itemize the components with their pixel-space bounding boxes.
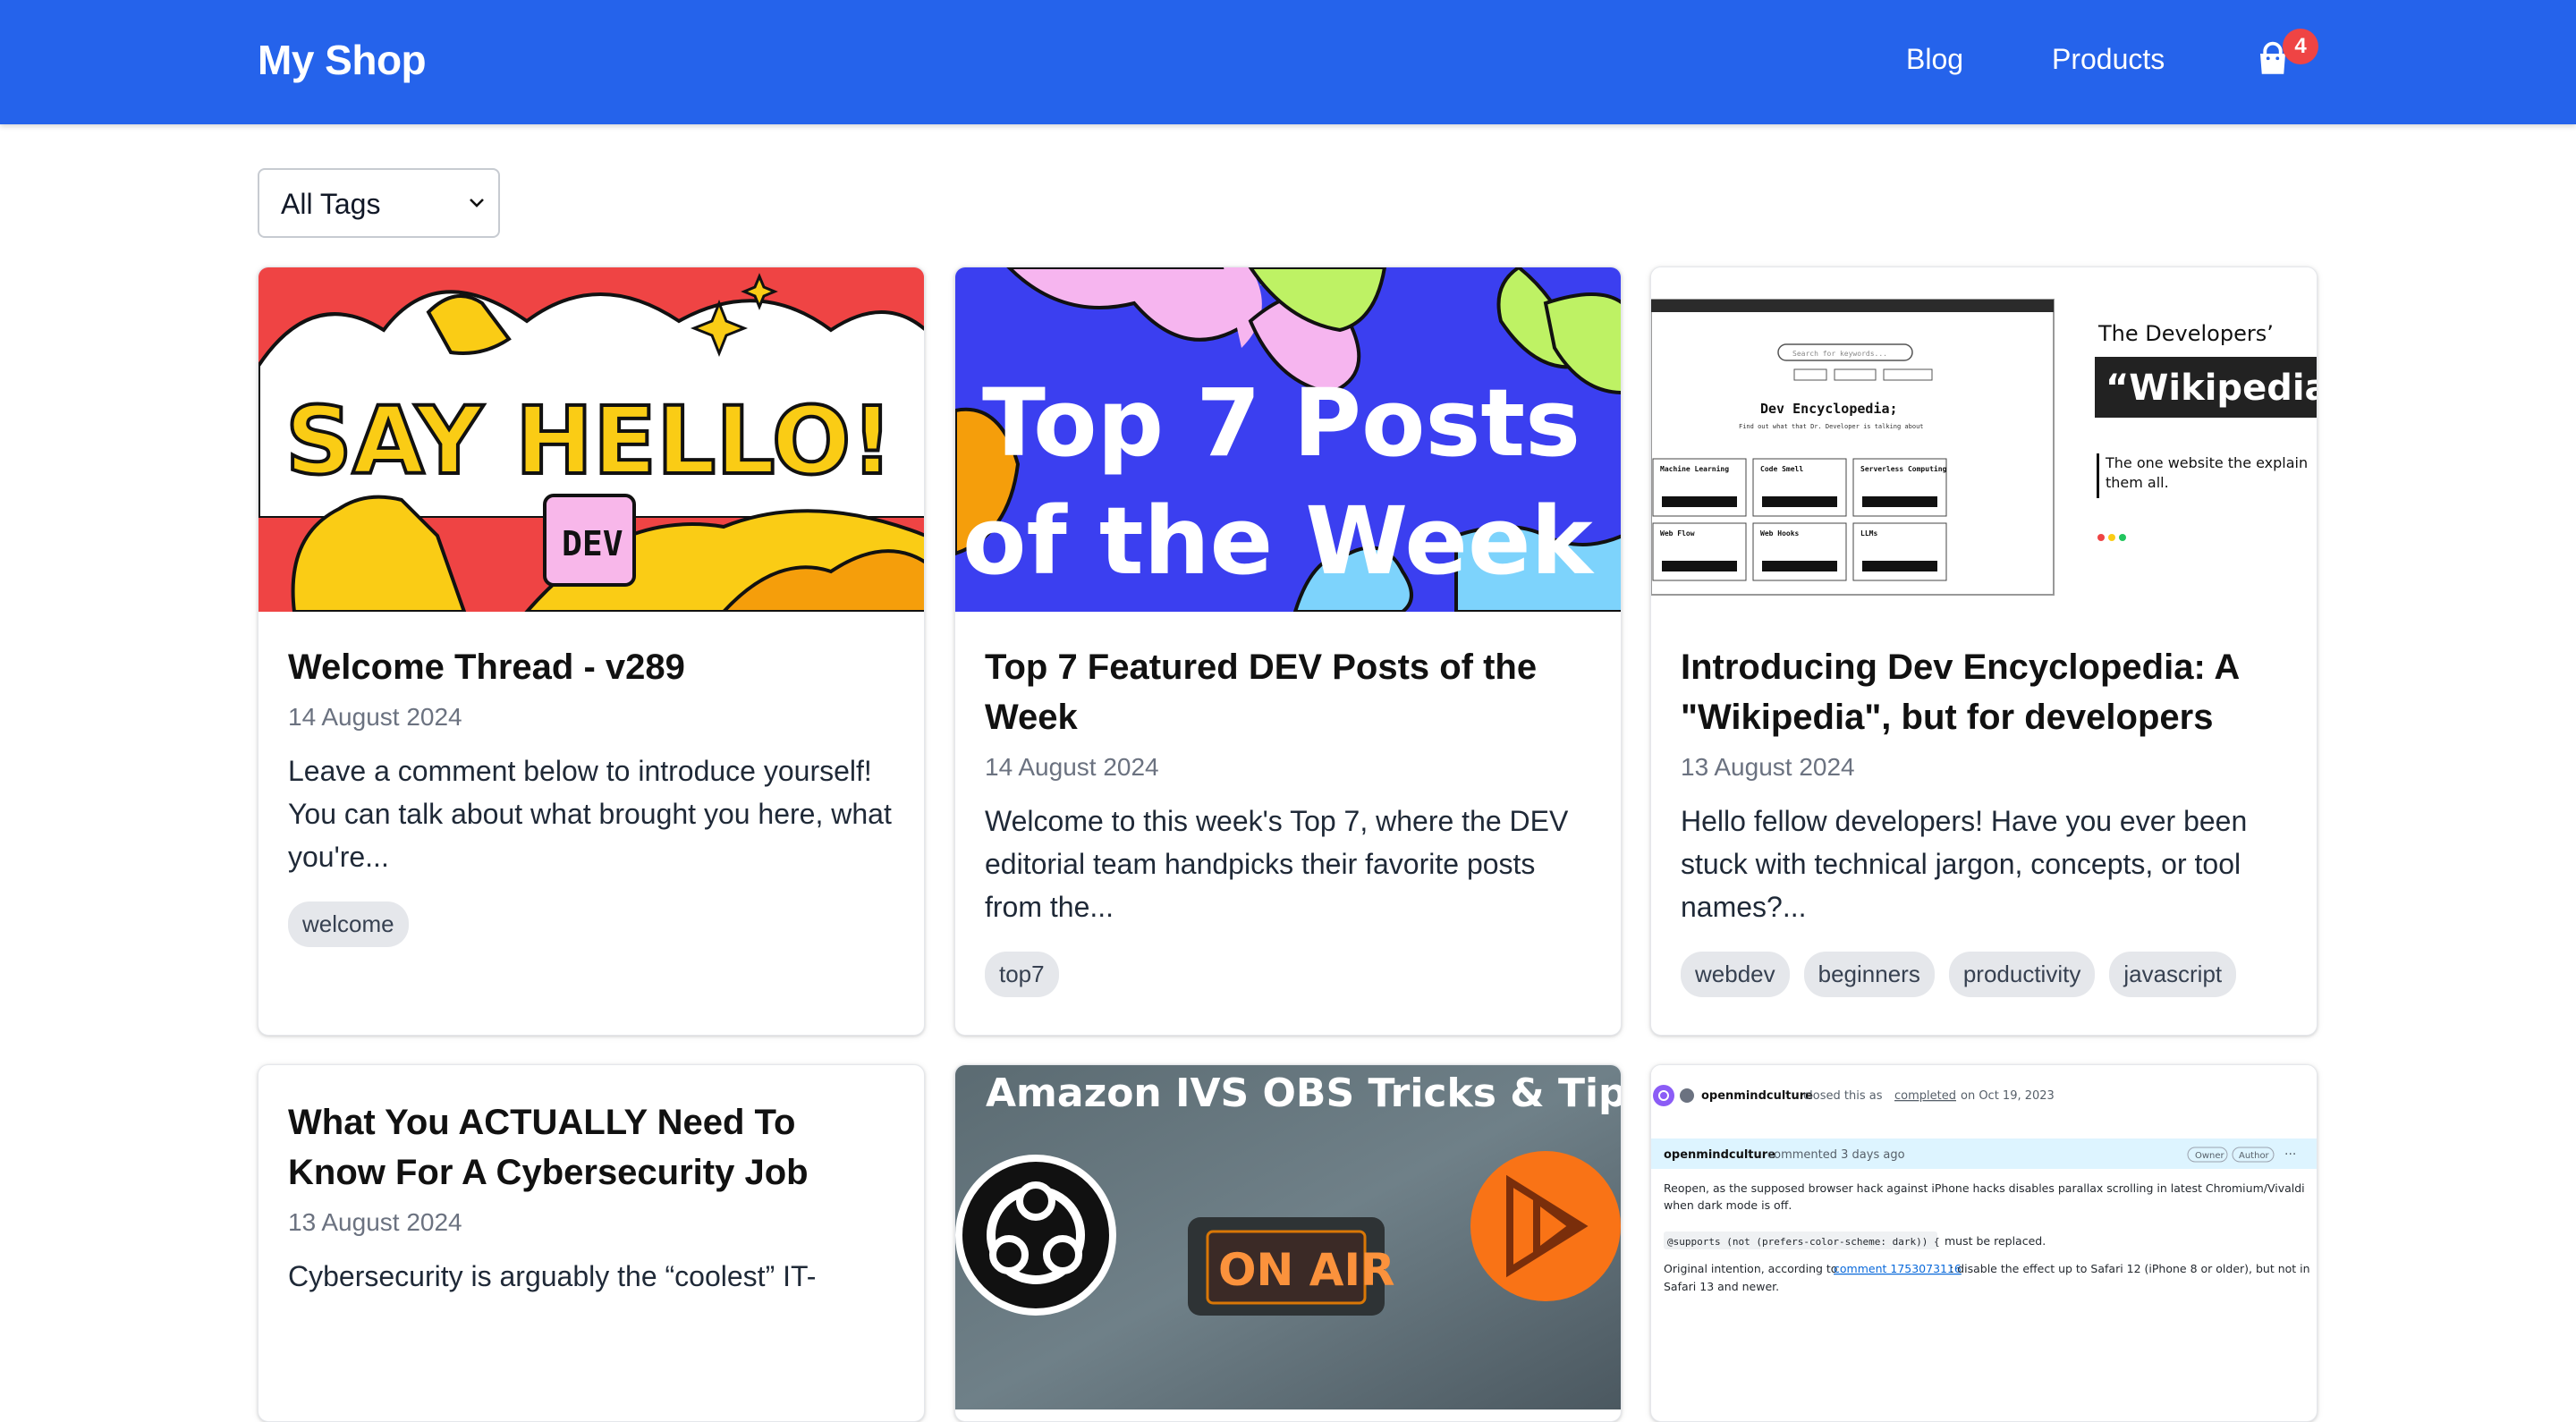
- post-tags: webdev beginners productivity javascript: [1681, 952, 2287, 997]
- post-excerpt: Cybersecurity is arguably the “coolest” …: [288, 1260, 817, 1292]
- comment-p2a: Original intention, according to: [1664, 1262, 1837, 1275]
- post-date: 13 August 2024: [1681, 753, 1855, 781]
- svg-text:···: ···: [2284, 1147, 2296, 1162]
- encyclopedia-tile-label: LLMs: [1860, 529, 1877, 537]
- post-excerpt: Welcome to this week's Top 7, where the …: [985, 805, 1569, 923]
- on-air-sign: ON AIR: [1218, 1244, 1395, 1296]
- encyclopedia-tile-button: [1762, 561, 1837, 571]
- encyclopedia-tile-button: [1662, 496, 1737, 507]
- site-title: Dev Encyclopedia;: [1760, 401, 1898, 417]
- encyclopedia-tile-label: Code Smell: [1760, 465, 1803, 473]
- role-author: Author: [2239, 1151, 2270, 1161]
- post-cover-image: SAY HELLO! DEV: [258, 267, 924, 612]
- encyclopedia-tile-label: Web Hooks: [1760, 529, 1800, 537]
- nav-products-link[interactable]: Products: [2052, 43, 2165, 76]
- brand-logo[interactable]: My Shop: [258, 36, 427, 84]
- chevron-down-icon: [470, 199, 484, 207]
- post-excerpt: Hello fellow developers! Have you ever b…: [1681, 805, 2248, 923]
- comment-p2c: Safari 13 and newer.: [1664, 1280, 1779, 1293]
- closed-date: on Oct 19, 2023: [1961, 1089, 2055, 1103]
- cover-blurb: The one website the explain them all.: [2106, 454, 2309, 491]
- post-cover-image: openmindculture closed this as completed…: [1651, 1065, 2317, 1409]
- cart-button[interactable]: 4: [2250, 29, 2318, 86]
- cover-badge-text: DEV: [562, 524, 623, 563]
- cover-headline: Amazon IVS OBS Tricks & Tips: [986, 1071, 1622, 1116]
- closer-name: openmindculture: [1701, 1089, 1813, 1103]
- tag-chip[interactable]: javascript: [2109, 952, 2237, 997]
- post-cover-image: ON AIR Amazon IVS OBS Tricks & Tips: [955, 1065, 1622, 1409]
- cover-line-1: Top 7 Posts: [982, 368, 1580, 478]
- encyclopedia-tile-button: [1862, 496, 1937, 507]
- encyclopedia-tile-button: [1762, 496, 1837, 507]
- post-title[interactable]: What You ACTUALLY Need To Know For A Cyb…: [288, 1097, 894, 1198]
- post-title[interactable]: Introducing Dev Encyclopedia: A "Wikiped…: [1681, 642, 2287, 742]
- nav-blog-link[interactable]: Blog: [1906, 43, 1963, 76]
- encyclopedia-tile-label: Serverless Computing: [1860, 464, 1947, 473]
- site-search-placeholder: Search for keywords...: [1792, 350, 1887, 358]
- comment-time: commented 3 days ago: [1767, 1148, 1905, 1162]
- closed-text: closed this as: [1803, 1089, 1883, 1103]
- encyclopedia-tile-button: [1662, 561, 1737, 571]
- encyclopedia-tile-label: Machine Learning: [1660, 464, 1729, 473]
- cover-banner: “Wikipedia”: [2106, 368, 2318, 409]
- tag-chip[interactable]: beginners: [1803, 952, 1935, 997]
- comment-link: comment 1753073116: [1834, 1262, 1962, 1275]
- cover-headline: SAY HELLO!: [285, 386, 894, 495]
- cover-kicker: The Developers’: [2097, 321, 2274, 346]
- post-card[interactable]: ON AIR Amazon IVS OBS Tricks & Tips: [954, 1064, 1622, 1422]
- cart-count-badge: 4: [2283, 29, 2318, 64]
- tag-filter-value: All Tags: [281, 188, 381, 220]
- tag-filter-select[interactable]: All Tags: [258, 168, 500, 238]
- post-card[interactable]: What You ACTUALLY Need To Know For A Cyb…: [258, 1064, 925, 1422]
- tag-chip[interactable]: productivity: [1948, 952, 2096, 997]
- post-date: 14 August 2024: [288, 703, 462, 731]
- post-date: 14 August 2024: [985, 753, 1159, 781]
- comment-code-after: must be replaced.: [1945, 1234, 2046, 1248]
- tag-chip[interactable]: welcome: [288, 901, 409, 947]
- post-card[interactable]: Top 7 Posts of the Week Top 7 Featured D…: [954, 267, 1622, 1036]
- post-excerpt: Leave a comment below to introduce yours…: [288, 755, 892, 873]
- post-cover-image: Top 7 Posts of the Week: [955, 267, 1621, 612]
- site-subtitle: Find out what that Dr. Developer is talk…: [1739, 423, 1924, 430]
- post-card[interactable]: openmindculture closed this as completed…: [1650, 1064, 2318, 1422]
- post-tags: top7: [985, 952, 1591, 997]
- commenter-name: openmindculture: [1664, 1148, 1775, 1162]
- post-title[interactable]: Top 7 Featured DEV Posts of the Week: [985, 642, 1591, 742]
- tag-chip[interactable]: webdev: [1681, 952, 1790, 997]
- post-card[interactable]: SAY HELLO! DEV Welcome Thread - v289 14 …: [258, 267, 925, 1036]
- post-tags: welcome: [288, 901, 894, 947]
- completed-link: completed: [1894, 1089, 1956, 1103]
- post-date: 13 August 2024: [288, 1208, 462, 1236]
- comment-code: @supports (not (prefers-color-scheme: da…: [1667, 1236, 1940, 1248]
- comment-paragraph-1: Reopen, as the supposed browser hack aga…: [1664, 1181, 2305, 1212]
- encyclopedia-tile-button: [1862, 561, 1937, 571]
- post-cover-image: Search for keywords... Dev Encyclopedia;…: [1651, 267, 2318, 612]
- role-owner: Owner: [2195, 1151, 2225, 1161]
- comment-p2b: : disable the effect up to Safari 12 (iP…: [1950, 1262, 2310, 1275]
- post-title[interactable]: Welcome Thread - v289: [288, 642, 894, 692]
- encyclopedia-tile-label: Web Flow: [1660, 529, 1695, 537]
- site-header: My Shop Blog Products 4: [0, 0, 2576, 124]
- post-card[interactable]: Search for keywords... Dev Encyclopedia;…: [1650, 267, 2318, 1036]
- tag-chip[interactable]: top7: [985, 952, 1059, 997]
- cover-line-2: of the Week: [962, 487, 1595, 596]
